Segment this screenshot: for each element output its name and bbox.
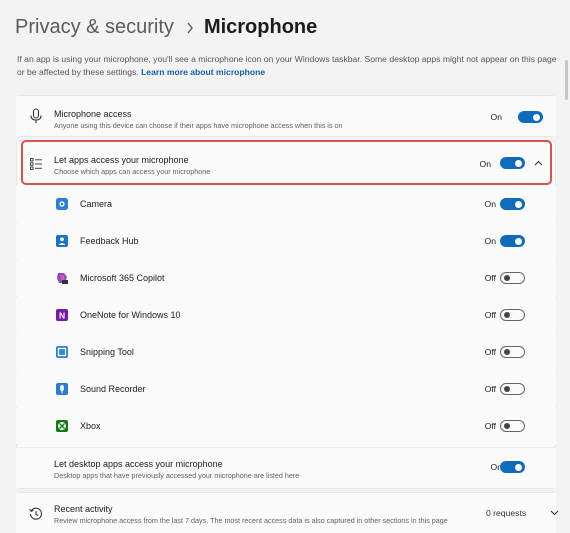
desktop-apps-row: Let desktop apps access your microphone … (16, 448, 556, 488)
desktop-apps-state: On (490, 462, 502, 472)
microphone-access-toggle[interactable] (518, 111, 543, 123)
page-title: Microphone (203, 16, 318, 38)
list-icon (28, 156, 44, 172)
app-name: Feedback Hub (80, 236, 139, 246)
chevron-right-icon (186, 22, 194, 34)
app-row: Snipping Tool Off (16, 334, 556, 370)
app-state: Off (484, 347, 496, 357)
settings-page: Privacy & security Microphone If an app … (0, 0, 570, 533)
app-toggle[interactable] (500, 272, 525, 284)
app-state: Off (484, 421, 496, 431)
chevron-down-icon[interactable] (549, 508, 559, 518)
microphone-access-state: On (490, 112, 502, 122)
microphone-icon (28, 108, 44, 124)
app-state: Off (484, 384, 496, 394)
desktop-apps-title: Let desktop apps access your microphone (54, 459, 223, 469)
recent-activity-title: Recent activity (54, 504, 113, 514)
breadcrumb: Privacy & security Microphone (15, 16, 317, 39)
learn-more-link[interactable]: Learn more about microphone (141, 67, 265, 77)
app-row: Microsoft 365 Copilot Off (16, 260, 556, 296)
requests-count: 0 requests (486, 508, 527, 518)
app-name: Camera (80, 199, 113, 209)
app-toggle[interactable] (500, 383, 525, 395)
chevron-up-icon[interactable] (533, 158, 543, 168)
app-name: Xbox (80, 421, 101, 431)
snipping-tool-icon (54, 344, 70, 360)
copilot-icon (54, 270, 70, 286)
app-name: Snipping Tool (80, 347, 134, 357)
description-text: If an app is using your microphone, you'… (17, 54, 557, 77)
app-state: Off (484, 273, 496, 283)
apps-access-title: Let apps access your microphone (54, 155, 189, 165)
apps-access-toggle[interactable] (500, 157, 525, 169)
app-toggle[interactable] (500, 420, 525, 432)
apps-access-state: On (479, 159, 491, 169)
app-state: Off (484, 310, 496, 320)
app-row: Xbox Off (16, 408, 556, 444)
microphone-access-title: Microphone access (54, 109, 132, 119)
recent-activity-subtitle: Review microphone access from the last 7… (54, 516, 448, 525)
app-row: Feedback Hub On (16, 223, 556, 259)
microphone-access-subtitle: Anyone using this device can choose if t… (54, 121, 343, 130)
svg-text:N: N (59, 311, 65, 321)
app-state: On (484, 236, 496, 246)
apps-access-row[interactable]: Let apps access your microphone Choose w… (23, 142, 550, 183)
app-toggle[interactable] (500, 235, 525, 247)
app-name: Sound Recorder (80, 384, 146, 394)
app-toggle[interactable] (500, 309, 525, 321)
app-row: Sound Recorder Off (16, 371, 556, 407)
sound-recorder-icon (54, 381, 70, 397)
page-description: If an app is using your microphone, you'… (17, 53, 557, 79)
recent-activity-row[interactable]: Recent activity Review microphone access… (16, 493, 559, 533)
onenote-icon: N (54, 307, 70, 323)
app-toggle[interactable] (500, 198, 525, 210)
scrollbar-thumb[interactable] (565, 60, 568, 100)
app-row: N OneNote for Windows 10 Off (16, 297, 556, 333)
feedback-hub-icon (54, 233, 70, 249)
breadcrumb-parent[interactable]: Privacy & security (15, 16, 174, 39)
desktop-apps-subtitle: Desktop apps that have previously access… (54, 471, 300, 480)
apps-access-subtitle: Choose which apps can access your microp… (54, 167, 211, 176)
app-name: OneNote for Windows 10 (80, 310, 181, 320)
xbox-icon (54, 418, 70, 434)
desktop-apps-toggle[interactable] (500, 461, 525, 473)
camera-app-icon (54, 196, 70, 212)
app-row: Camera On (16, 186, 556, 222)
app-toggle[interactable] (500, 346, 525, 358)
microphone-access-row: Microphone access Anyone using this devi… (16, 96, 556, 136)
history-icon (28, 506, 44, 522)
app-state: On (484, 199, 496, 209)
app-name: Microsoft 365 Copilot (80, 273, 165, 283)
